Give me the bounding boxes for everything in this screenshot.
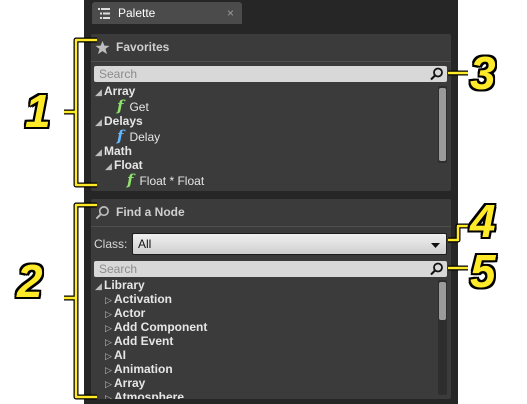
tree-category[interactable]: ▷ Array [105, 376, 145, 390]
tree-item-label: Float * Float [139, 174, 205, 188]
callout-4: 4 [470, 195, 496, 247]
favorites-section: Favorites Search ◢ Array f Get ◢ Delays f Delay… [91, 34, 451, 191]
tree-function-item[interactable]: f Get [117, 97, 149, 115]
expanded-arrow-icon[interactable]: ◢ [95, 279, 103, 293]
search-placeholder: Search [99, 67, 138, 81]
tree-item-label: Actor [114, 306, 146, 320]
tree-item-label: Array [104, 84, 136, 98]
chevron-down-icon [431, 243, 440, 248]
tree-category[interactable]: ▷ Add Event [105, 334, 173, 348]
tab-title: Palette [118, 6, 156, 20]
class-label: Class: [94, 237, 128, 251]
tree-item-label: AI [114, 348, 126, 362]
collapsed-arrow-icon[interactable]: ▷ [105, 377, 113, 391]
tree-category[interactable]: ▷ AI [105, 348, 126, 362]
collapsed-arrow-icon[interactable]: ▷ [105, 307, 113, 321]
divider [91, 61, 451, 62]
class-dropdown[interactable]: All [132, 233, 447, 255]
tree-category[interactable]: ◢ Library [95, 278, 145, 292]
favorites-search-input[interactable]: Search [94, 66, 447, 82]
magnifier-icon[interactable] [430, 67, 444, 81]
favorites-scrollbar[interactable] [438, 86, 447, 163]
callout-3: 3 [470, 47, 496, 99]
favorites-tree: ◢ Array f Get ◢ Delays f Delay ◢ Math ◢ Float f Float… [91, 84, 435, 191]
magnifier-icon [95, 206, 109, 220]
collapsed-arrow-icon[interactable]: ▷ [105, 293, 113, 307]
tree-item-label: Get [129, 100, 149, 114]
tree-item-label: Add Component [114, 320, 208, 334]
tree-function-item[interactable]: f Delay [117, 127, 161, 145]
callout-2: 2 [17, 255, 43, 307]
palette-list-icon [98, 8, 110, 19]
function-icon: f [127, 171, 134, 189]
collapsed-arrow-icon[interactable]: ▷ [105, 363, 113, 377]
tree-category[interactable]: ▷ Actor [105, 306, 145, 320]
find-node-scrollbar[interactable] [438, 280, 447, 395]
expanded-arrow-icon[interactable]: ◢ [95, 115, 103, 129]
search-placeholder: Search [99, 262, 138, 276]
close-icon[interactable]: × [227, 2, 234, 24]
class-dropdown-value: All [138, 237, 152, 251]
favorites-title: Favorites [116, 40, 170, 54]
tree-item-label: Activation [114, 292, 173, 306]
find-node-header[interactable]: Find a Node [91, 199, 451, 225]
find-node-section: Find a Node Class: All Search ◢ Library ▷ A… [91, 199, 451, 399]
tree-item-label: Float [114, 158, 143, 172]
collapsed-arrow-icon[interactable]: ▷ [105, 321, 113, 335]
star-icon [95, 40, 110, 55]
tree-item-label: Atmosphere [114, 390, 185, 399]
collapsed-arrow-icon[interactable]: ▷ [105, 335, 113, 349]
tree-item-label: Delay [129, 130, 161, 144]
tree-item-label: Math [104, 144, 132, 158]
expanded-arrow-icon[interactable]: ◢ [95, 85, 103, 99]
favorites-header[interactable]: Favorites [91, 34, 451, 60]
expanded-arrow-icon[interactable]: ◢ [105, 159, 113, 173]
tree-category[interactable]: ▷ Activation [105, 292, 172, 306]
tree-item-label: Library [104, 278, 145, 292]
scrollbar-thumb[interactable] [439, 88, 446, 161]
callout-1: 1 [25, 85, 51, 137]
collapsed-arrow-icon[interactable]: ▷ [105, 349, 113, 363]
tree-item-label: Add Event [114, 334, 174, 348]
expanded-arrow-icon[interactable]: ◢ [95, 145, 103, 159]
callout-5: 5 [470, 245, 496, 297]
tree-item-label: Delays [104, 114, 143, 128]
divider [91, 226, 451, 227]
tree-category[interactable]: ▷ Animation [105, 362, 173, 376]
tree-category[interactable]: ◢ Delays [95, 114, 143, 128]
magnifier-icon[interactable] [430, 262, 444, 276]
tree-item-label: Array [114, 376, 146, 390]
tree-function-item[interactable]: f Float * Float [127, 171, 205, 189]
tree-category[interactable]: ◢ Math [95, 144, 132, 158]
tree-category[interactable]: ◢ Float [105, 158, 143, 172]
tree-item-label: Animation [114, 362, 173, 376]
find-node-tree: ◢ Library ▷ Activation ▷ Actor ▷ Add Component ▷… [91, 278, 435, 399]
class-filter-row: Class: All [91, 233, 451, 255]
collapsed-arrow-icon[interactable]: ▷ [105, 391, 113, 399]
function-icon: f [117, 127, 124, 145]
scrollbar-thumb[interactable] [439, 282, 446, 320]
tree-category[interactable]: ▷ Add Component [105, 320, 207, 334]
find-node-search-input[interactable]: Search [94, 261, 447, 277]
find-node-title: Find a Node [116, 205, 185, 219]
tree-category[interactable]: ▷ Atmosphere [105, 390, 184, 399]
tab-palette[interactable]: Palette × [92, 2, 242, 24]
tree-category[interactable]: ◢ Array [95, 84, 135, 98]
function-icon: f [117, 97, 124, 115]
